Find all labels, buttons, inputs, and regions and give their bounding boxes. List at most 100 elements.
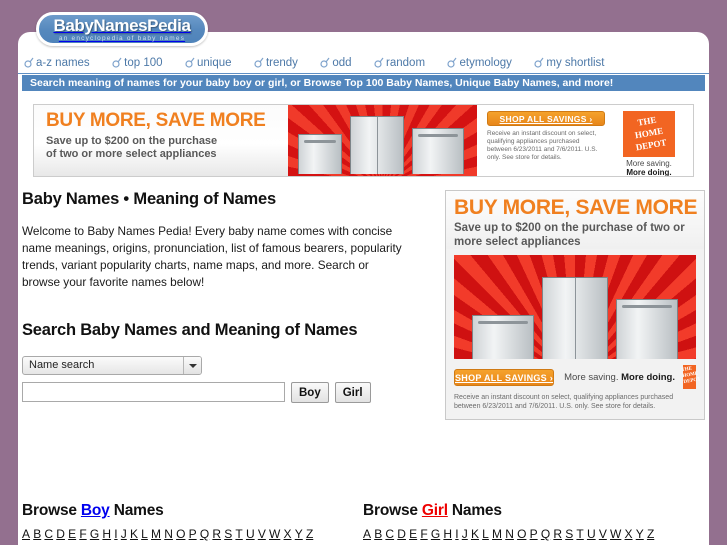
top-ad-subline-1: Save up to $200 on the purchase [46, 135, 218, 147]
letter-link[interactable]: L [482, 527, 489, 541]
letter-link[interactable]: H [102, 527, 111, 541]
search-section-heading: Search Baby Names and Meaning of Names [22, 321, 358, 339]
chevron-down-icon[interactable] [183, 357, 201, 374]
letter-link[interactable]: B [33, 527, 41, 541]
site-logo[interactable]: BabyNamesPedia an encyclopedia of baby n… [36, 12, 208, 46]
top-ad-headline: BUY MORE, SAVE MORE [46, 110, 266, 131]
letter-link[interactable]: F [79, 527, 86, 541]
ring-icon [374, 57, 384, 68]
letter-link[interactable]: T [576, 527, 583, 541]
search-girl-button[interactable]: Girl [334, 382, 371, 403]
letter-link[interactable]: D [397, 527, 406, 541]
letter-link[interactable]: F [420, 527, 427, 541]
ring-icon [254, 57, 264, 68]
top-ad-fine-print: Receive an instant discount on select, q… [487, 130, 598, 161]
letter-link[interactable]: Y [295, 527, 303, 541]
hd-tagline-2: More doing. [626, 168, 672, 177]
letter-link[interactable]: N [164, 527, 173, 541]
page-container: a-z names top 100 unique trendy odd rand… [18, 32, 709, 545]
letter-link[interactable]: A [363, 527, 371, 541]
browse-girl-link[interactable]: Girl [422, 502, 448, 519]
nav-label: odd [332, 57, 352, 69]
ring-icon [112, 57, 122, 68]
letter-link[interactable]: Z [306, 527, 313, 541]
letter-link[interactable]: A [22, 527, 30, 541]
letter-link[interactable]: D [56, 527, 65, 541]
letter-link[interactable]: J [462, 527, 468, 541]
nav-item-odd[interactable]: odd [320, 53, 352, 73]
letter-link[interactable]: M [151, 527, 161, 541]
side-hd-tagline-2: More doing. [621, 371, 675, 383]
letter-link[interactable]: I [455, 527, 458, 541]
letter-link[interactable]: V [599, 527, 607, 541]
letter-link[interactable]: G [90, 527, 99, 541]
letter-link[interactable]: S [224, 527, 232, 541]
home-depot-logo: THE HOME DEPOT [681, 365, 701, 389]
letter-link[interactable]: P [189, 527, 197, 541]
letter-link[interactable]: S [565, 527, 573, 541]
letter-link[interactable]: O [176, 527, 185, 541]
letter-link[interactable]: C [44, 527, 53, 541]
letter-link[interactable]: C [385, 527, 394, 541]
letter-link[interactable]: W [610, 527, 621, 541]
range-image [411, 128, 464, 174]
letter-link[interactable]: V [258, 527, 266, 541]
search-boy-button[interactable]: Boy [291, 382, 329, 403]
letter-link[interactable]: N [505, 527, 514, 541]
top-banner-ad[interactable]: BUY MORE, SAVE MORE Save up to $200 on t… [33, 104, 694, 177]
letter-link[interactable]: M [492, 527, 502, 541]
browse-girl-heading: Browse Girl Names [363, 502, 704, 520]
site-logo-tagline: an encyclopedia of baby names [58, 35, 186, 42]
letter-link[interactable]: R [553, 527, 562, 541]
nav-item-my-shortlist[interactable]: my shortlist [534, 53, 605, 73]
letter-link[interactable]: U [246, 527, 255, 541]
letter-link[interactable]: Z [647, 527, 654, 541]
browse-girl-prefix: Browse [363, 502, 422, 519]
content-left-column: Baby Names • Meaning of Names Welcome to… [22, 190, 422, 403]
letter-link[interactable]: H [443, 527, 452, 541]
letter-link[interactable]: X [284, 527, 292, 541]
side-hd-tagline-1: More saving. [564, 371, 619, 383]
nav-item-etymology[interactable]: etymology [447, 53, 512, 73]
letter-link[interactable]: P [530, 527, 538, 541]
letter-link[interactable]: E [68, 527, 76, 541]
letter-link[interactable]: W [269, 527, 280, 541]
nav-item-unique[interactable]: unique [185, 53, 232, 73]
letter-link[interactable]: L [141, 527, 148, 541]
side-shop-all-savings-button[interactable]: SHOP ALL SAVINGS › [454, 368, 555, 386]
letter-link[interactable]: T [235, 527, 242, 541]
letter-link[interactable]: I [114, 527, 117, 541]
side-ad-cta-row: SHOP ALL SAVINGS › More saving. More doi… [454, 365, 701, 389]
side-ad-text-panel: BUY MORE, SAVE MORE Save up to $200 on t… [446, 191, 704, 249]
home-depot-logo: THE HOME DEPOT [623, 111, 675, 157]
letter-link[interactable]: X [625, 527, 633, 541]
search-input[interactable] [22, 382, 285, 402]
letter-link[interactable]: E [409, 527, 417, 541]
letter-link[interactable]: K [130, 527, 138, 541]
nav-label: a-z names [36, 57, 90, 69]
sidebar-ad[interactable]: BUY MORE, SAVE MORE Save up to $200 on t… [445, 190, 705, 420]
nav-item-a-z-names[interactable]: a-z names [24, 53, 90, 73]
search-type-select[interactable]: Name search [22, 356, 202, 375]
letter-link[interactable]: J [121, 527, 127, 541]
browse-boy-link[interactable]: Boy [81, 502, 110, 519]
letter-link[interactable]: Y [636, 527, 644, 541]
top-ad-subline: Save up to $200 on the purchase of two o… [46, 135, 288, 161]
nav-item-trendy[interactable]: trendy [254, 53, 298, 73]
site-header: BabyNamesPedia an encyclopedia of baby n… [0, 0, 727, 48]
letter-link[interactable]: U [587, 527, 596, 541]
ring-icon [185, 57, 195, 68]
refrigerator-image [542, 277, 608, 359]
letter-link[interactable]: Q [200, 527, 209, 541]
side-ad-image-panel [454, 255, 696, 359]
letter-link[interactable]: R [212, 527, 221, 541]
letter-link[interactable]: B [374, 527, 382, 541]
browse-boy-heading: Browse Boy Names [22, 502, 363, 520]
shop-all-savings-button[interactable]: SHOP ALL SAVINGS › [487, 111, 605, 126]
letter-link[interactable]: O [517, 527, 526, 541]
letter-link[interactable]: Q [541, 527, 550, 541]
nav-item-top-100[interactable]: top 100 [112, 53, 163, 73]
letter-link[interactable]: K [471, 527, 479, 541]
nav-item-random[interactable]: random [374, 53, 425, 73]
letter-link[interactable]: G [431, 527, 440, 541]
